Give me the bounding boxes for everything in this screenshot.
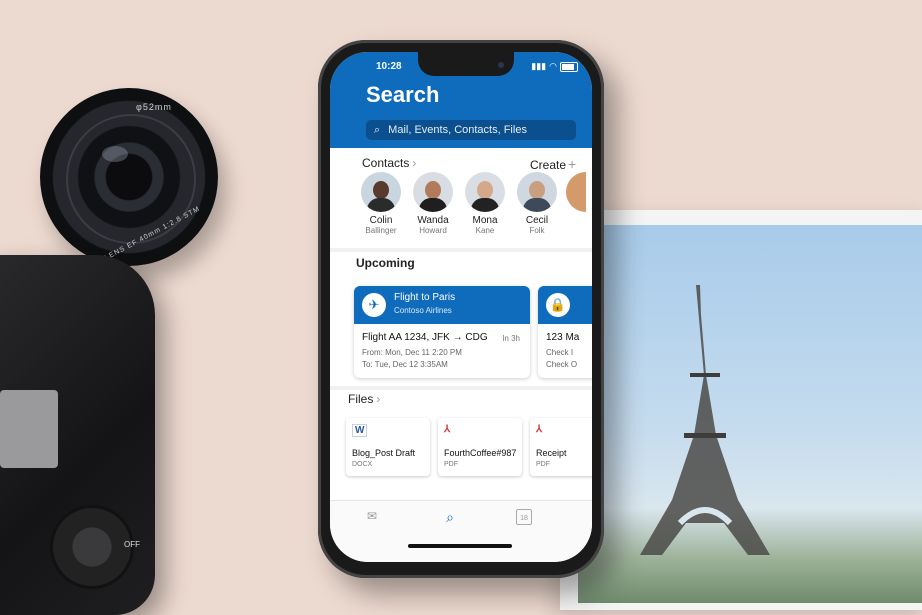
plus-icon: + xyxy=(568,156,577,172)
camera-mode-dial xyxy=(50,505,134,589)
event-title: Flight to Paris xyxy=(394,292,456,303)
signal-icon: ▮▮▮ xyxy=(531,61,547,71)
contact-last-name: Kane xyxy=(475,226,495,235)
files-title: Files xyxy=(348,392,374,406)
contact-first-name: Cecil xyxy=(525,215,549,226)
contact-item[interactable]: Mona Kane xyxy=(462,172,508,235)
file-type: PDF xyxy=(444,461,458,468)
camera-lens: φ52mm CANON LENS EF 40mm 1:2.8 STM xyxy=(40,88,218,277)
file-card-partial[interactable]: ⅄ Receipt PDF xyxy=(530,418,592,476)
tab-search[interactable]: ⌕ xyxy=(440,509,460,526)
event-to: Check O xyxy=(546,360,578,369)
word-doc-icon: W xyxy=(352,424,368,437)
event-detail: Flight AA 1234, JFK → CDG xyxy=(362,332,488,343)
avatar xyxy=(361,172,401,212)
file-name: Blog_Post Draft xyxy=(352,448,416,458)
contacts-section-link[interactable]: Contacts › xyxy=(362,156,416,170)
search-bar[interactable]: ⌕ xyxy=(366,120,576,140)
event-from: From: Mon, Dec 11 2:20 PM xyxy=(362,348,462,357)
contacts-title: Contacts xyxy=(362,156,410,170)
file-card[interactable]: ⅄ FourthCoffee#987 PDF xyxy=(438,418,522,476)
lens-glint xyxy=(102,146,128,162)
tab-mail[interactable]: ✉ xyxy=(362,509,382,523)
file-type: DOCX xyxy=(352,461,373,468)
chevron-right-icon: › xyxy=(412,156,417,170)
create-contact-button[interactable]: Create + xyxy=(530,156,576,172)
avatar xyxy=(517,172,557,212)
calendar-icon: 18 xyxy=(520,515,528,522)
contact-last-name: Folk xyxy=(529,226,545,235)
front-camera xyxy=(498,62,504,68)
camera-off-label: OFF xyxy=(124,540,140,549)
event-detail: 123 Ma xyxy=(546,332,580,343)
event-card[interactable]: ✈ Flight to Paris Contoso Airlines Fligh… xyxy=(354,286,530,378)
tab-calendar[interactable]: 18 xyxy=(516,509,532,525)
event-duration: In 3h xyxy=(502,334,520,343)
lock-icon: 🔒 xyxy=(546,293,570,317)
avatar xyxy=(413,172,453,212)
contacts-list: Colin Ballinger Wanda Howard Mona Kane C… xyxy=(358,172,586,235)
battery-icon xyxy=(560,61,578,72)
contact-item[interactable]: Wanda Howard xyxy=(410,172,456,235)
event-subtitle: Contoso Airlines xyxy=(394,306,452,315)
contact-item[interactable]: Cecil Folk xyxy=(514,172,560,235)
files-section-link[interactable]: Files › xyxy=(348,392,380,406)
search-input[interactable] xyxy=(386,123,571,137)
create-label: Create xyxy=(530,158,567,172)
event-from: Check I xyxy=(546,348,574,357)
upcoming-title: Upcoming xyxy=(356,256,415,270)
pdf-icon: ⅄ xyxy=(536,424,543,435)
file-name: Receipt xyxy=(536,448,567,458)
contact-first-name: Colin xyxy=(369,215,393,226)
file-name: FourthCoffee#987 xyxy=(444,448,517,458)
contact-item-partial[interactable] xyxy=(566,172,586,235)
lens-size-text: φ52mm xyxy=(136,102,172,112)
airplane-icon: ✈ xyxy=(362,293,386,317)
avatar xyxy=(566,172,586,212)
contact-last-name: Ballinger xyxy=(365,226,397,235)
contact-first-name: Wanda xyxy=(417,215,449,226)
eiffel-tower-graphic xyxy=(640,285,770,555)
tab-bar: ✉ ⌕ 18 xyxy=(330,500,592,562)
phone-screen: 10:28 ▮▮▮ ◠ Search ⌕ Contacts› Create+ C… xyxy=(330,52,592,562)
search-icon: ⌕ xyxy=(374,123,381,136)
page-title: Search xyxy=(366,82,440,107)
file-type: PDF xyxy=(536,461,550,468)
pdf-icon: ⅄ xyxy=(444,424,451,435)
divider xyxy=(330,386,592,390)
status-icons: ▮▮▮ ◠ xyxy=(531,61,578,72)
status-time: 10:28 xyxy=(376,61,402,72)
home-indicator xyxy=(408,544,512,548)
chevron-right-icon: › xyxy=(376,392,381,406)
event-card-partial[interactable]: 🔒 123 Ma Check I Check O xyxy=(538,286,592,378)
event-card-header: 🔒 xyxy=(538,286,592,324)
search-icon: ⌕ xyxy=(446,509,454,525)
divider xyxy=(330,248,592,252)
contact-first-name: Mona xyxy=(472,215,498,226)
contact-last-name: Howard xyxy=(419,226,447,235)
mail-icon: ✉ xyxy=(366,509,378,523)
event-card-header: ✈ Flight to Paris Contoso Airlines xyxy=(354,286,530,324)
camera-hotshoe xyxy=(0,390,58,468)
event-to: To: Tue, Dec 12 3:35AM xyxy=(362,360,448,369)
contact-item[interactable]: Colin Ballinger xyxy=(358,172,404,235)
file-card[interactable]: W Blog_Post Draft DOCX xyxy=(346,418,430,476)
avatar xyxy=(465,172,505,212)
wifi-icon: ◠ xyxy=(549,61,557,71)
